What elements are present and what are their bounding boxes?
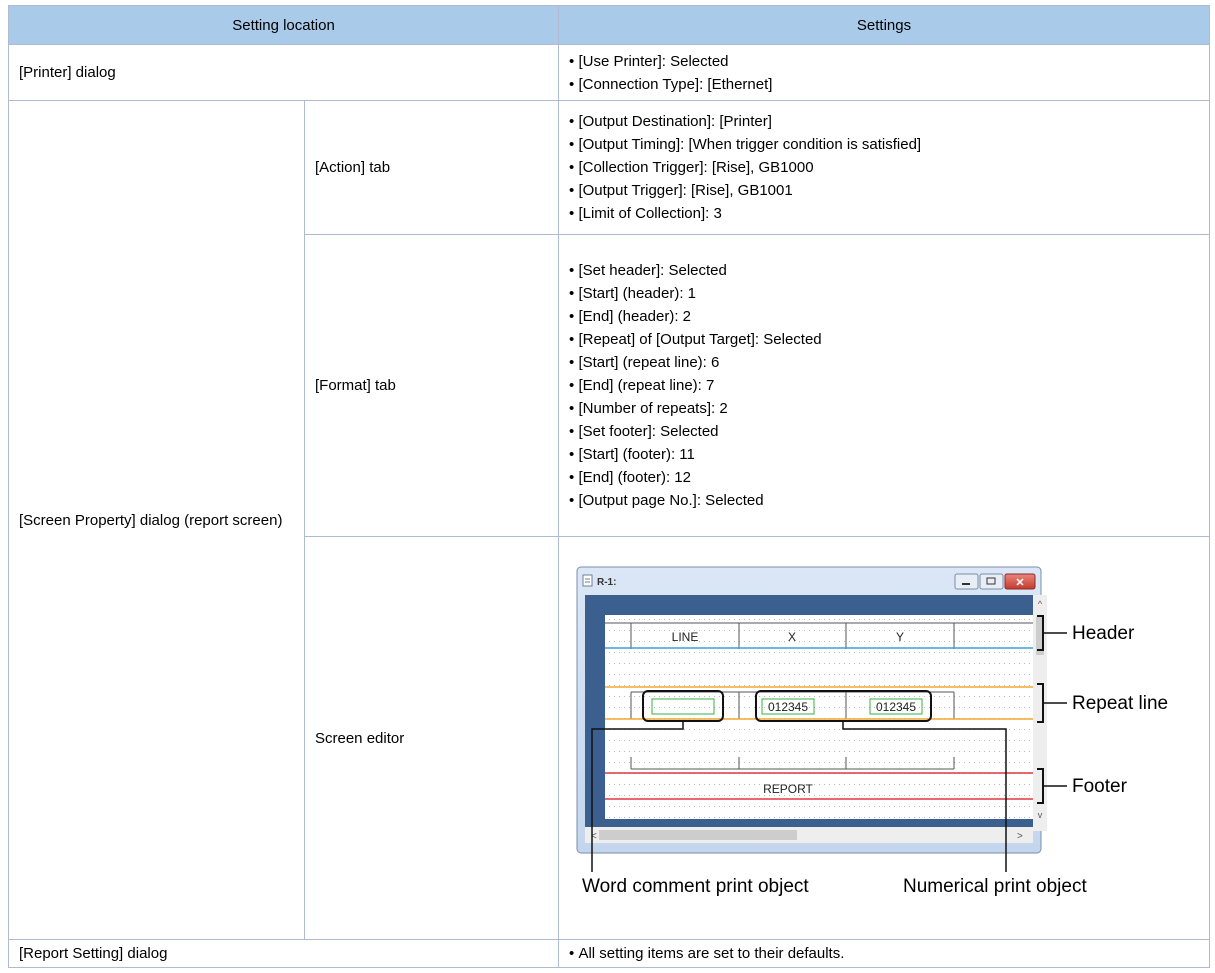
window-title: R-1: bbox=[597, 577, 616, 588]
numeric-object-2: 012345 bbox=[876, 700, 916, 714]
list-item: [Output page No.]: Selected bbox=[569, 489, 1199, 512]
screen-property-location: [Screen Property] dialog (report screen) bbox=[8, 100, 305, 940]
list-item: [Start] (header): 1 bbox=[569, 282, 1199, 305]
report-setting-location: [Report Setting] dialog bbox=[7, 939, 560, 968]
list-item: [End] (footer): 12 bbox=[569, 466, 1199, 489]
list-item: [Limit of Collection]: 3 bbox=[569, 202, 1199, 225]
action-tab-label: [Action] tab bbox=[303, 100, 560, 235]
numeric-object-1: 012345 bbox=[768, 700, 808, 714]
callout-footer: Footer bbox=[1072, 776, 1128, 797]
settings-table: Setting location Settings [Printer] dial… bbox=[7, 5, 1211, 968]
window-doc-icon bbox=[582, 574, 593, 587]
list-item: [Set footer]: Selected bbox=[569, 420, 1199, 443]
screen-editor-label: Screen editor bbox=[303, 536, 560, 940]
list-item: [Number of repeats]: 2 bbox=[569, 397, 1199, 420]
close-icon: ✕ bbox=[1015, 577, 1024, 589]
column-line: LINE bbox=[672, 630, 699, 644]
format-tab-settings: [Set header]: Selected [Start] (header):… bbox=[558, 234, 1211, 537]
list-item: [Output Timing]: [When trigger condition… bbox=[569, 133, 1199, 156]
action-tab-settings: [Output Destination]: [Printer] [Output … bbox=[558, 100, 1211, 235]
list-item: [Collection Trigger]: [Rise], GB1000 bbox=[569, 156, 1199, 179]
header-settings: Settings bbox=[558, 5, 1211, 45]
footer-report-text: REPORT bbox=[763, 782, 813, 796]
horizontal-scroll-thumb[interactable] bbox=[599, 830, 798, 840]
list-item: [End] (header): 2 bbox=[569, 305, 1199, 328]
table-row: [Screen Property] dialog (report screen)… bbox=[8, 100, 1211, 940]
printer-location: [Printer] dialog bbox=[7, 44, 560, 101]
column-x: X bbox=[788, 630, 796, 644]
table-row: [Printer] dialog [Use Printer]: Selected… bbox=[7, 44, 1211, 101]
header-setting-location: Setting location bbox=[7, 5, 560, 45]
screen-editor-figure-cell: R-1: ✕ ^ v < > LINE X Y 012345 012345 RE… bbox=[558, 536, 1211, 940]
list-item: [Set header]: Selected bbox=[569, 259, 1199, 282]
callout-numerical: Numerical print object bbox=[903, 876, 1087, 897]
minimize-button[interactable] bbox=[954, 573, 979, 590]
list-item: [End] (repeat line): 7 bbox=[569, 374, 1199, 397]
list-item: [Output Trigger]: [Rise], GB1001 bbox=[569, 179, 1199, 202]
callout-repeat-line: Repeat line bbox=[1072, 693, 1168, 714]
list-item: [Use Printer]: Selected bbox=[569, 50, 1199, 73]
column-y: Y bbox=[896, 630, 904, 644]
callout-word-comment: Word comment print object bbox=[582, 876, 809, 897]
list-item: [Output Destination]: [Printer] bbox=[569, 110, 1199, 133]
table-row: [Report Setting] dialog All setting item… bbox=[7, 939, 1211, 968]
list-item: [Connection Type]: [Ethernet] bbox=[569, 73, 1199, 96]
report-setting-settings: All setting items are set to their defau… bbox=[558, 939, 1211, 968]
scroll-down-icon[interactable]: v bbox=[1038, 810, 1043, 820]
list-item: [Start] (repeat line): 6 bbox=[569, 351, 1199, 374]
list-item: [Start] (footer): 11 bbox=[569, 443, 1199, 466]
format-tab-label: [Format] tab bbox=[303, 234, 560, 537]
printer-settings: [Use Printer]: Selected [Connection Type… bbox=[558, 44, 1211, 101]
maximize-button[interactable] bbox=[979, 573, 1004, 590]
list-item: [Repeat] of [Output Target]: Selected bbox=[569, 328, 1199, 351]
scroll-right-icon[interactable]: > bbox=[1017, 831, 1023, 842]
callout-header: Header bbox=[1072, 623, 1135, 644]
list-item: All setting items are set to their defau… bbox=[569, 942, 1199, 965]
screen-editor-figure: R-1: ✕ ^ v < > LINE X Y 012345 012345 RE… bbox=[576, 566, 1168, 897]
